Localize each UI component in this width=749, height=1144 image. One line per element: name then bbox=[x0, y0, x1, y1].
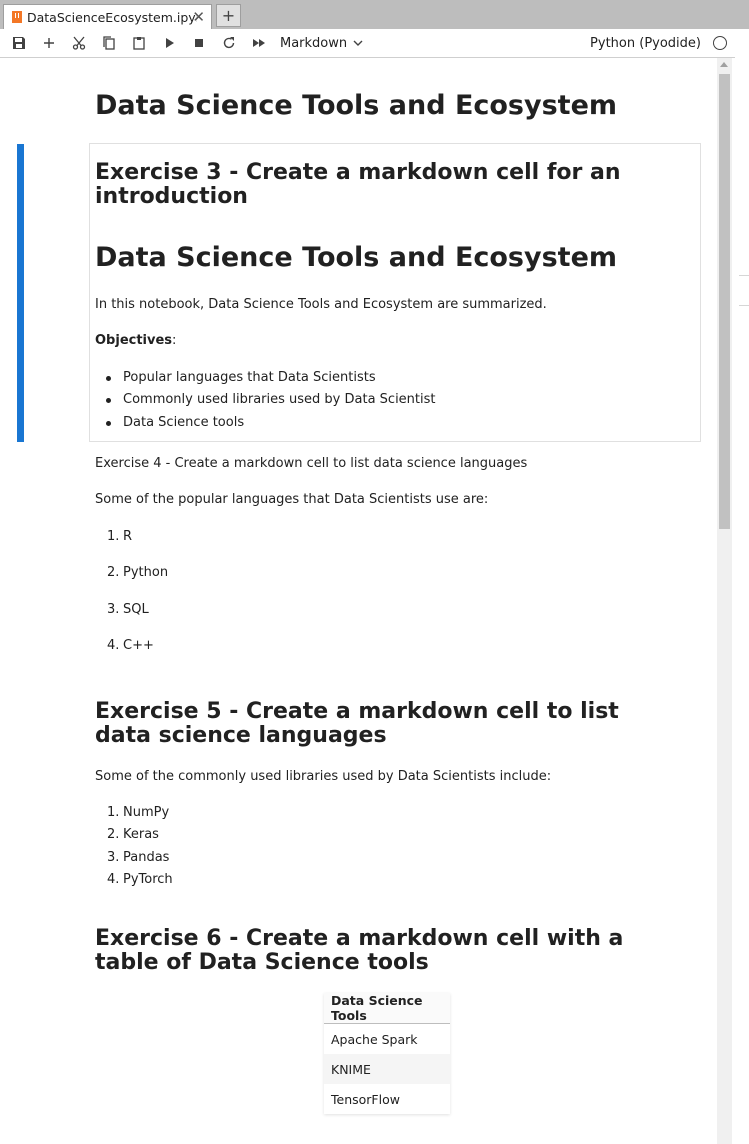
divider bbox=[739, 275, 749, 276]
bullet-icon bbox=[106, 376, 111, 381]
insert-cell-button[interactable] bbox=[34, 29, 64, 57]
notebook-tab[interactable]: DataScienceEcosystem.ipynb ✕ bbox=[3, 4, 212, 29]
list-number: 4. bbox=[107, 872, 120, 887]
tools-table: Data Science Tools Apache Spark KNIME Te… bbox=[324, 993, 450, 1114]
divider bbox=[739, 305, 749, 306]
kernel-status-icon bbox=[713, 36, 727, 50]
clipboard-icon bbox=[133, 37, 145, 50]
refresh-icon bbox=[223, 37, 235, 49]
close-tab-icon[interactable]: ✕ bbox=[192, 8, 205, 26]
run-button[interactable] bbox=[154, 29, 184, 57]
kernel-name[interactable]: Python (Pyodide) bbox=[590, 36, 701, 51]
tab-title: DataScienceEcosystem.ipynb bbox=[27, 9, 197, 25]
play-icon bbox=[166, 38, 174, 48]
library-item: Pandas bbox=[123, 850, 170, 865]
language-item: C++ bbox=[123, 638, 154, 653]
table-row: KNIME bbox=[324, 1054, 450, 1084]
libraries-intro: Some of the commonly used libraries used… bbox=[95, 769, 552, 784]
vertical-scrollbar[interactable] bbox=[717, 58, 732, 1144]
objective-item: Commonly used libraries used by Data Sci… bbox=[123, 392, 436, 407]
cut-button[interactable] bbox=[64, 29, 94, 57]
intro-text: In this notebook, Data Science Tools and… bbox=[95, 297, 547, 312]
copy-icon bbox=[103, 36, 115, 50]
cell-type-label: Markdown bbox=[280, 35, 348, 51]
language-item: R bbox=[123, 529, 133, 544]
objective-item: Data Science tools bbox=[123, 415, 245, 430]
objective-item: Popular languages that Data Scientists bbox=[123, 370, 376, 385]
chevron-down-icon bbox=[353, 40, 363, 46]
notebook-icon bbox=[12, 11, 22, 23]
notebook-toolbar: Markdown Python (Pyodide) bbox=[0, 29, 735, 58]
active-cell-indicator[interactable] bbox=[17, 144, 24, 442]
list-number: 2. bbox=[107, 827, 120, 842]
bullet-icon bbox=[106, 421, 111, 426]
scroll-up-arrow-icon[interactable] bbox=[720, 62, 728, 67]
bullet-icon bbox=[106, 398, 111, 403]
table-header-row: Data Science Tools bbox=[324, 993, 450, 1024]
paste-button[interactable] bbox=[124, 29, 154, 57]
exercise-6-heading: Exercise 6 - Create a markdown cell with… bbox=[95, 926, 624, 975]
run-all-button[interactable] bbox=[244, 29, 274, 57]
tool-cell: Apache Spark bbox=[331, 1031, 418, 1047]
notebook-title: Data Science Tools and Ecosystem bbox=[95, 90, 618, 121]
right-panel-edge bbox=[735, 29, 749, 1144]
cell-type-dropdown[interactable]: Markdown bbox=[280, 36, 363, 51]
list-number: 3. bbox=[107, 850, 120, 865]
copy-button[interactable] bbox=[94, 29, 124, 57]
interrupt-button[interactable] bbox=[184, 29, 214, 57]
exercise-5-heading: Exercise 5 - Create a markdown cell to l… bbox=[95, 699, 619, 748]
list-number: 1. bbox=[107, 529, 120, 544]
library-item: PyTorch bbox=[123, 872, 173, 887]
list-number: 3. bbox=[107, 602, 120, 617]
list-number: 2. bbox=[107, 565, 120, 580]
language-item: Python bbox=[123, 565, 169, 580]
scissors-icon bbox=[72, 36, 86, 50]
language-item: SQL bbox=[123, 602, 149, 617]
tool-cell: KNIME bbox=[324, 1054, 450, 1084]
scroll-thumb[interactable] bbox=[719, 74, 730, 529]
new-tab-button[interactable]: + bbox=[216, 4, 241, 27]
notebook-panel: Data Science Tools and Ecosystem Exercis… bbox=[0, 58, 735, 1144]
list-number: 4. bbox=[107, 638, 120, 653]
languages-intro: Some of the popular languages that Data … bbox=[95, 492, 489, 507]
tool-cell: TensorFlow bbox=[331, 1091, 400, 1107]
list-number: 1. bbox=[107, 805, 120, 820]
stop-icon bbox=[195, 39, 203, 47]
intro-title: Data Science Tools and Ecosystem bbox=[95, 242, 618, 273]
library-item: Keras bbox=[123, 827, 159, 842]
tab-bar: DataScienceEcosystem.ipynb ✕ + bbox=[0, 0, 749, 29]
plus-icon bbox=[44, 38, 54, 48]
table-row: Apache Spark bbox=[324, 1024, 450, 1055]
exercise-3-heading: Exercise 3 - Create a markdown cell for … bbox=[95, 160, 621, 209]
library-item: NumPy bbox=[123, 805, 170, 820]
table-row: TensorFlow bbox=[324, 1084, 450, 1114]
table-header: Data Science Tools bbox=[324, 993, 450, 1024]
restart-button[interactable] bbox=[214, 29, 244, 57]
exercise-4-heading: Exercise 4 - Create a markdown cell to l… bbox=[95, 456, 528, 471]
save-icon bbox=[13, 37, 25, 49]
save-button[interactable] bbox=[4, 29, 34, 57]
fast-forward-icon bbox=[253, 39, 265, 47]
objectives-label: Objectives: bbox=[95, 333, 177, 348]
